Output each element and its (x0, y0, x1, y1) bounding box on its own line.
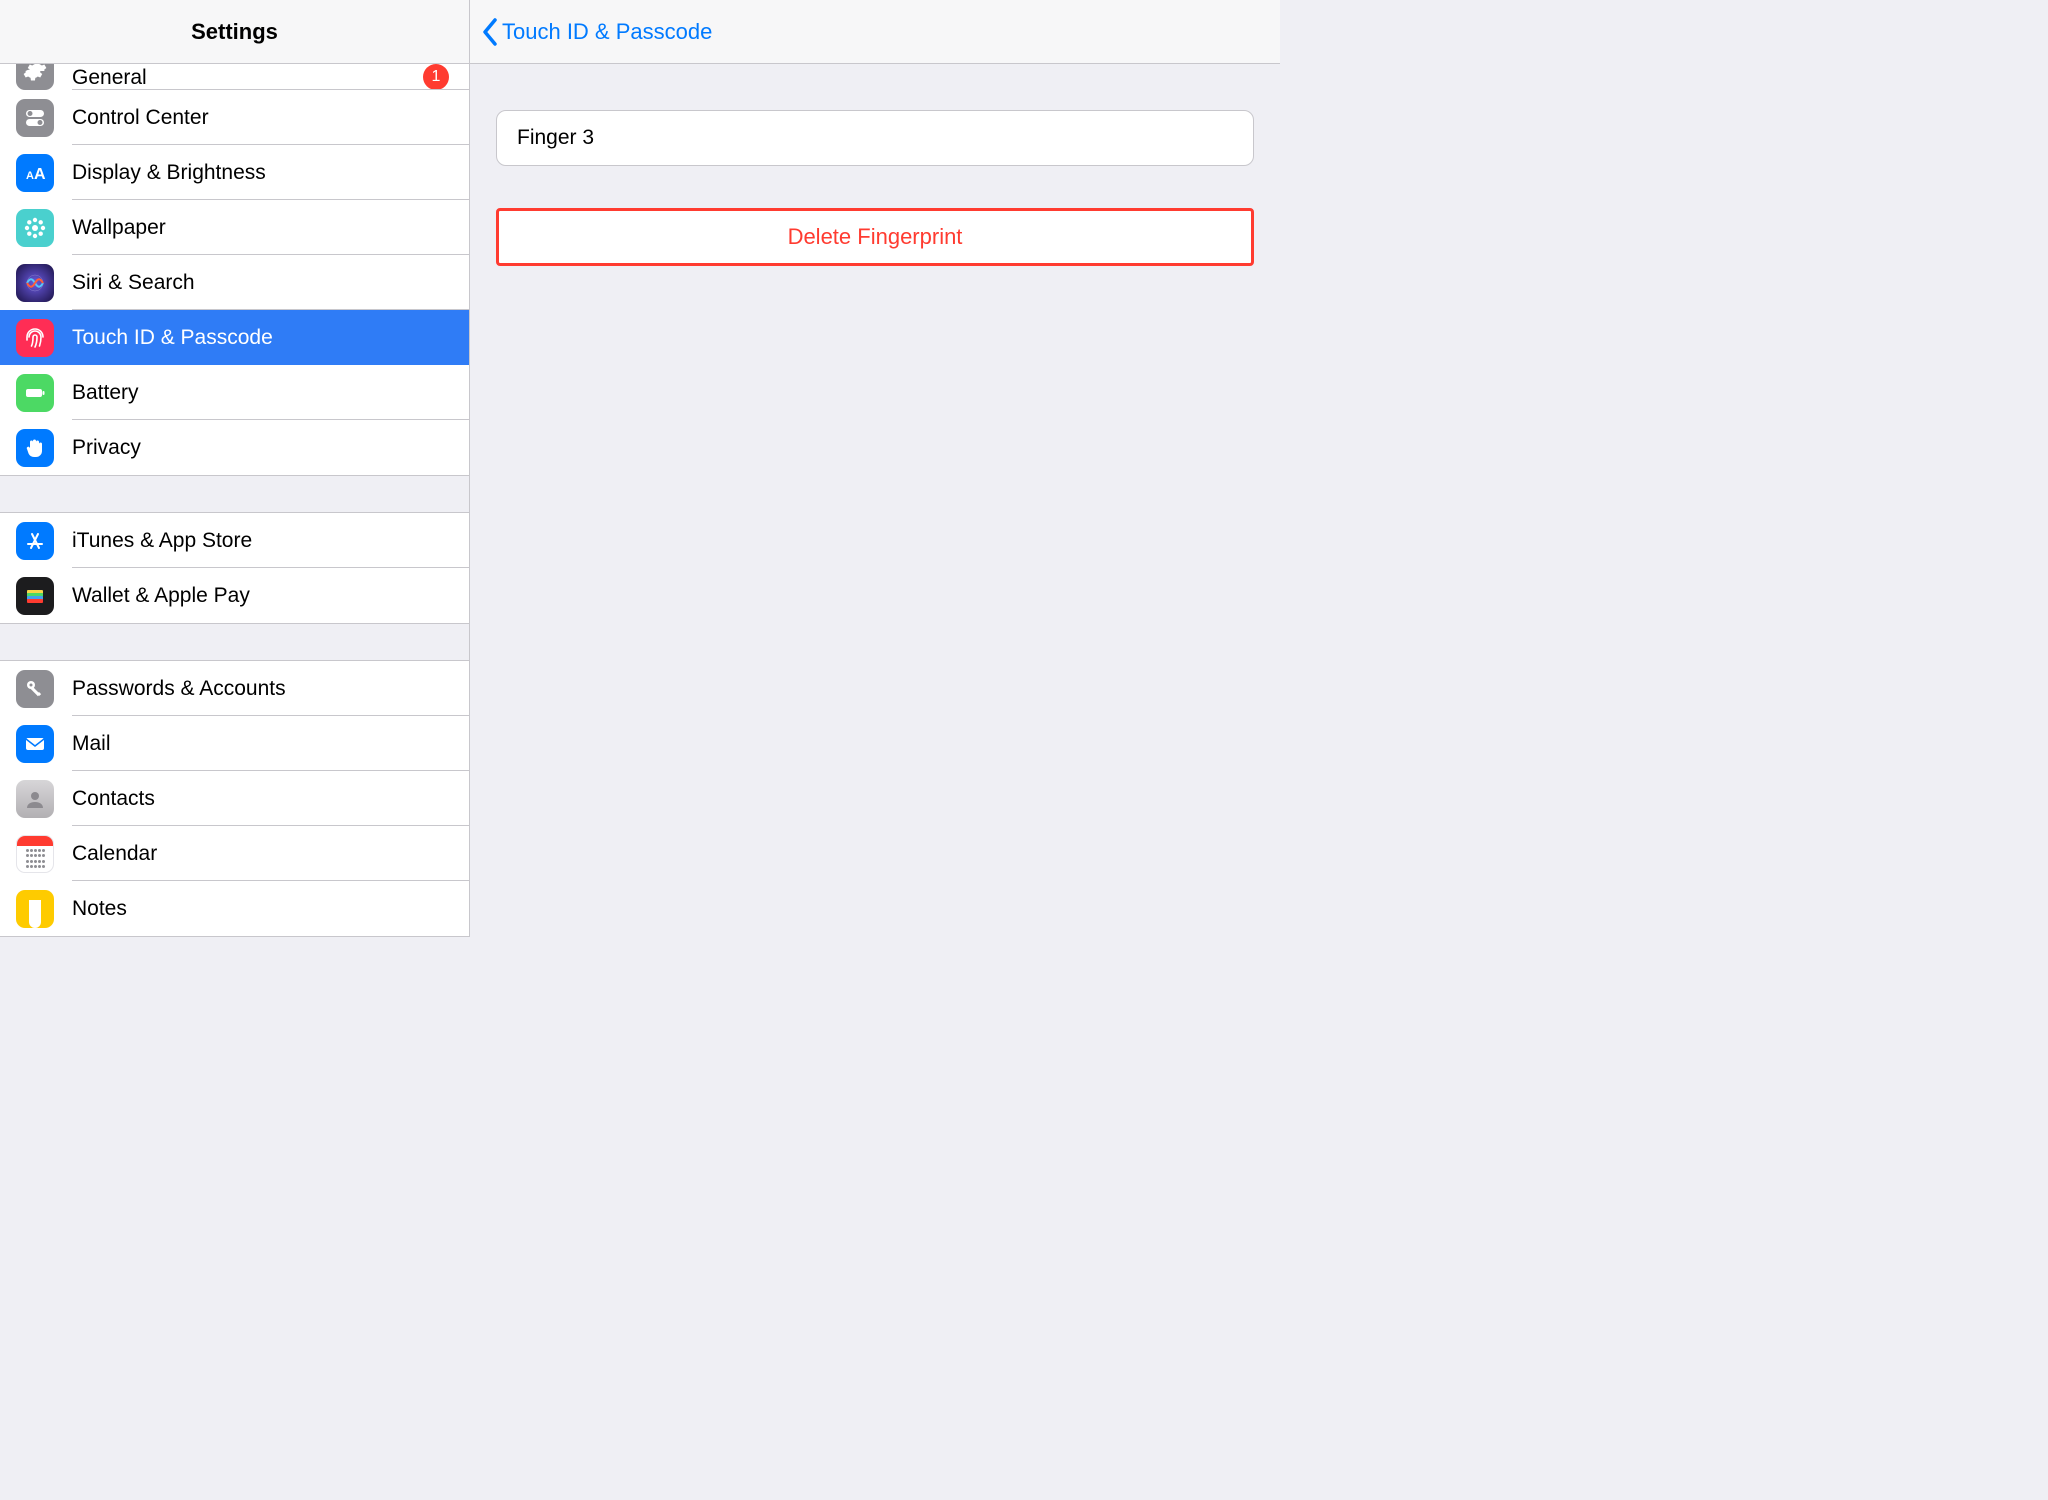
notification-badge: 1 (423, 64, 449, 90)
detail-pane: Touch ID & Passcode Finger 3 Delete Fing… (470, 0, 1280, 937)
sidebar-item-label: General (72, 66, 147, 90)
sidebar-item-label: Privacy (72, 436, 141, 460)
sidebar-item-contacts[interactable]: Contacts (0, 771, 469, 826)
delete-fingerprint-button[interactable]: Delete Fingerprint (496, 208, 1254, 266)
settings-sidebar: Settings General 1 Control Center AA Display… (0, 0, 470, 937)
sidebar-title: Settings (191, 19, 278, 45)
svg-text:A: A (26, 170, 34, 182)
sidebar-item-label: Wallet & Apple Pay (72, 584, 250, 608)
sidebar-group: General 1 Control Center AA Display & Bright… (0, 64, 469, 476)
back-label: Touch ID & Passcode (502, 19, 712, 45)
sidebar-item-privacy[interactable]: Privacy (0, 420, 469, 475)
chevron-left-icon (482, 18, 498, 46)
key-icon (16, 670, 54, 708)
sidebar-item-notes[interactable]: Notes (0, 881, 469, 936)
sidebar-item-label: Mail (72, 732, 111, 756)
detail-header: Touch ID & Passcode (470, 0, 1280, 64)
wallet-icon (16, 577, 54, 615)
battery-icon (16, 374, 54, 412)
sidebar-item-battery[interactable]: Battery (0, 365, 469, 420)
sidebar-item-siri[interactable]: Siri & Search (0, 255, 469, 310)
sidebar-item-display[interactable]: AA Display & Brightness (0, 145, 469, 200)
sidebar-item-general[interactable]: General 1 (0, 64, 469, 90)
sidebar-item-label: Calendar (72, 842, 157, 866)
siri-icon (16, 264, 54, 302)
fingerprint-icon (16, 319, 54, 357)
sidebar-item-label: Battery (72, 381, 139, 405)
gear-icon (16, 64, 54, 90)
fingerprint-name-label: Finger 3 (517, 126, 594, 150)
sidebar-item-wallet[interactable]: Wallet & Apple Pay (0, 568, 469, 623)
fingerprint-name-cell[interactable]: Finger 3 (496, 110, 1254, 166)
sidebar-item-touchid[interactable]: Touch ID & Passcode (0, 310, 469, 365)
flower-icon (16, 209, 54, 247)
sidebar-header: Settings (0, 0, 469, 64)
sidebar-item-control-center[interactable]: Control Center (0, 90, 469, 145)
sidebar-item-label: iTunes & App Store (72, 529, 252, 553)
sidebar-group: iTunes & App Store Wallet & Apple Pay (0, 512, 469, 624)
sidebar-item-calendar[interactable]: Calendar (0, 826, 469, 881)
hand-icon (16, 429, 54, 467)
sidebar-item-label: Passwords & Accounts (72, 677, 286, 701)
toggles-icon (16, 99, 54, 137)
sidebar-item-label: Touch ID & Passcode (72, 326, 273, 350)
sidebar-item-label: Wallpaper (72, 216, 166, 240)
svg-text:A: A (34, 166, 46, 183)
text-size-icon: AA (16, 154, 54, 192)
sidebar-item-mail[interactable]: Mail (0, 716, 469, 771)
appstore-icon (16, 522, 54, 560)
notes-icon (16, 890, 54, 928)
back-button[interactable]: Touch ID & Passcode (482, 18, 712, 46)
sidebar-item-label: Control Center (72, 106, 209, 130)
mail-icon (16, 725, 54, 763)
sidebar-item-wallpaper[interactable]: Wallpaper (0, 200, 469, 255)
sidebar-list[interactable]: General 1 Control Center AA Display & Bright… (0, 64, 469, 937)
sidebar-group: Passwords & Accounts Mail Contacts Calendar… (0, 660, 469, 937)
sidebar-item-passwords[interactable]: Passwords & Accounts (0, 661, 469, 716)
contacts-icon (16, 780, 54, 818)
sidebar-item-label: Display & Brightness (72, 161, 266, 185)
sidebar-item-label: Siri & Search (72, 271, 195, 295)
sidebar-item-label: Notes (72, 897, 127, 921)
calendar-icon (16, 835, 54, 873)
detail-body: Finger 3 Delete Fingerprint (470, 64, 1280, 937)
sidebar-item-label: Contacts (72, 787, 155, 811)
delete-label: Delete Fingerprint (788, 224, 963, 250)
sidebar-item-itunes[interactable]: iTunes & App Store (0, 513, 469, 568)
